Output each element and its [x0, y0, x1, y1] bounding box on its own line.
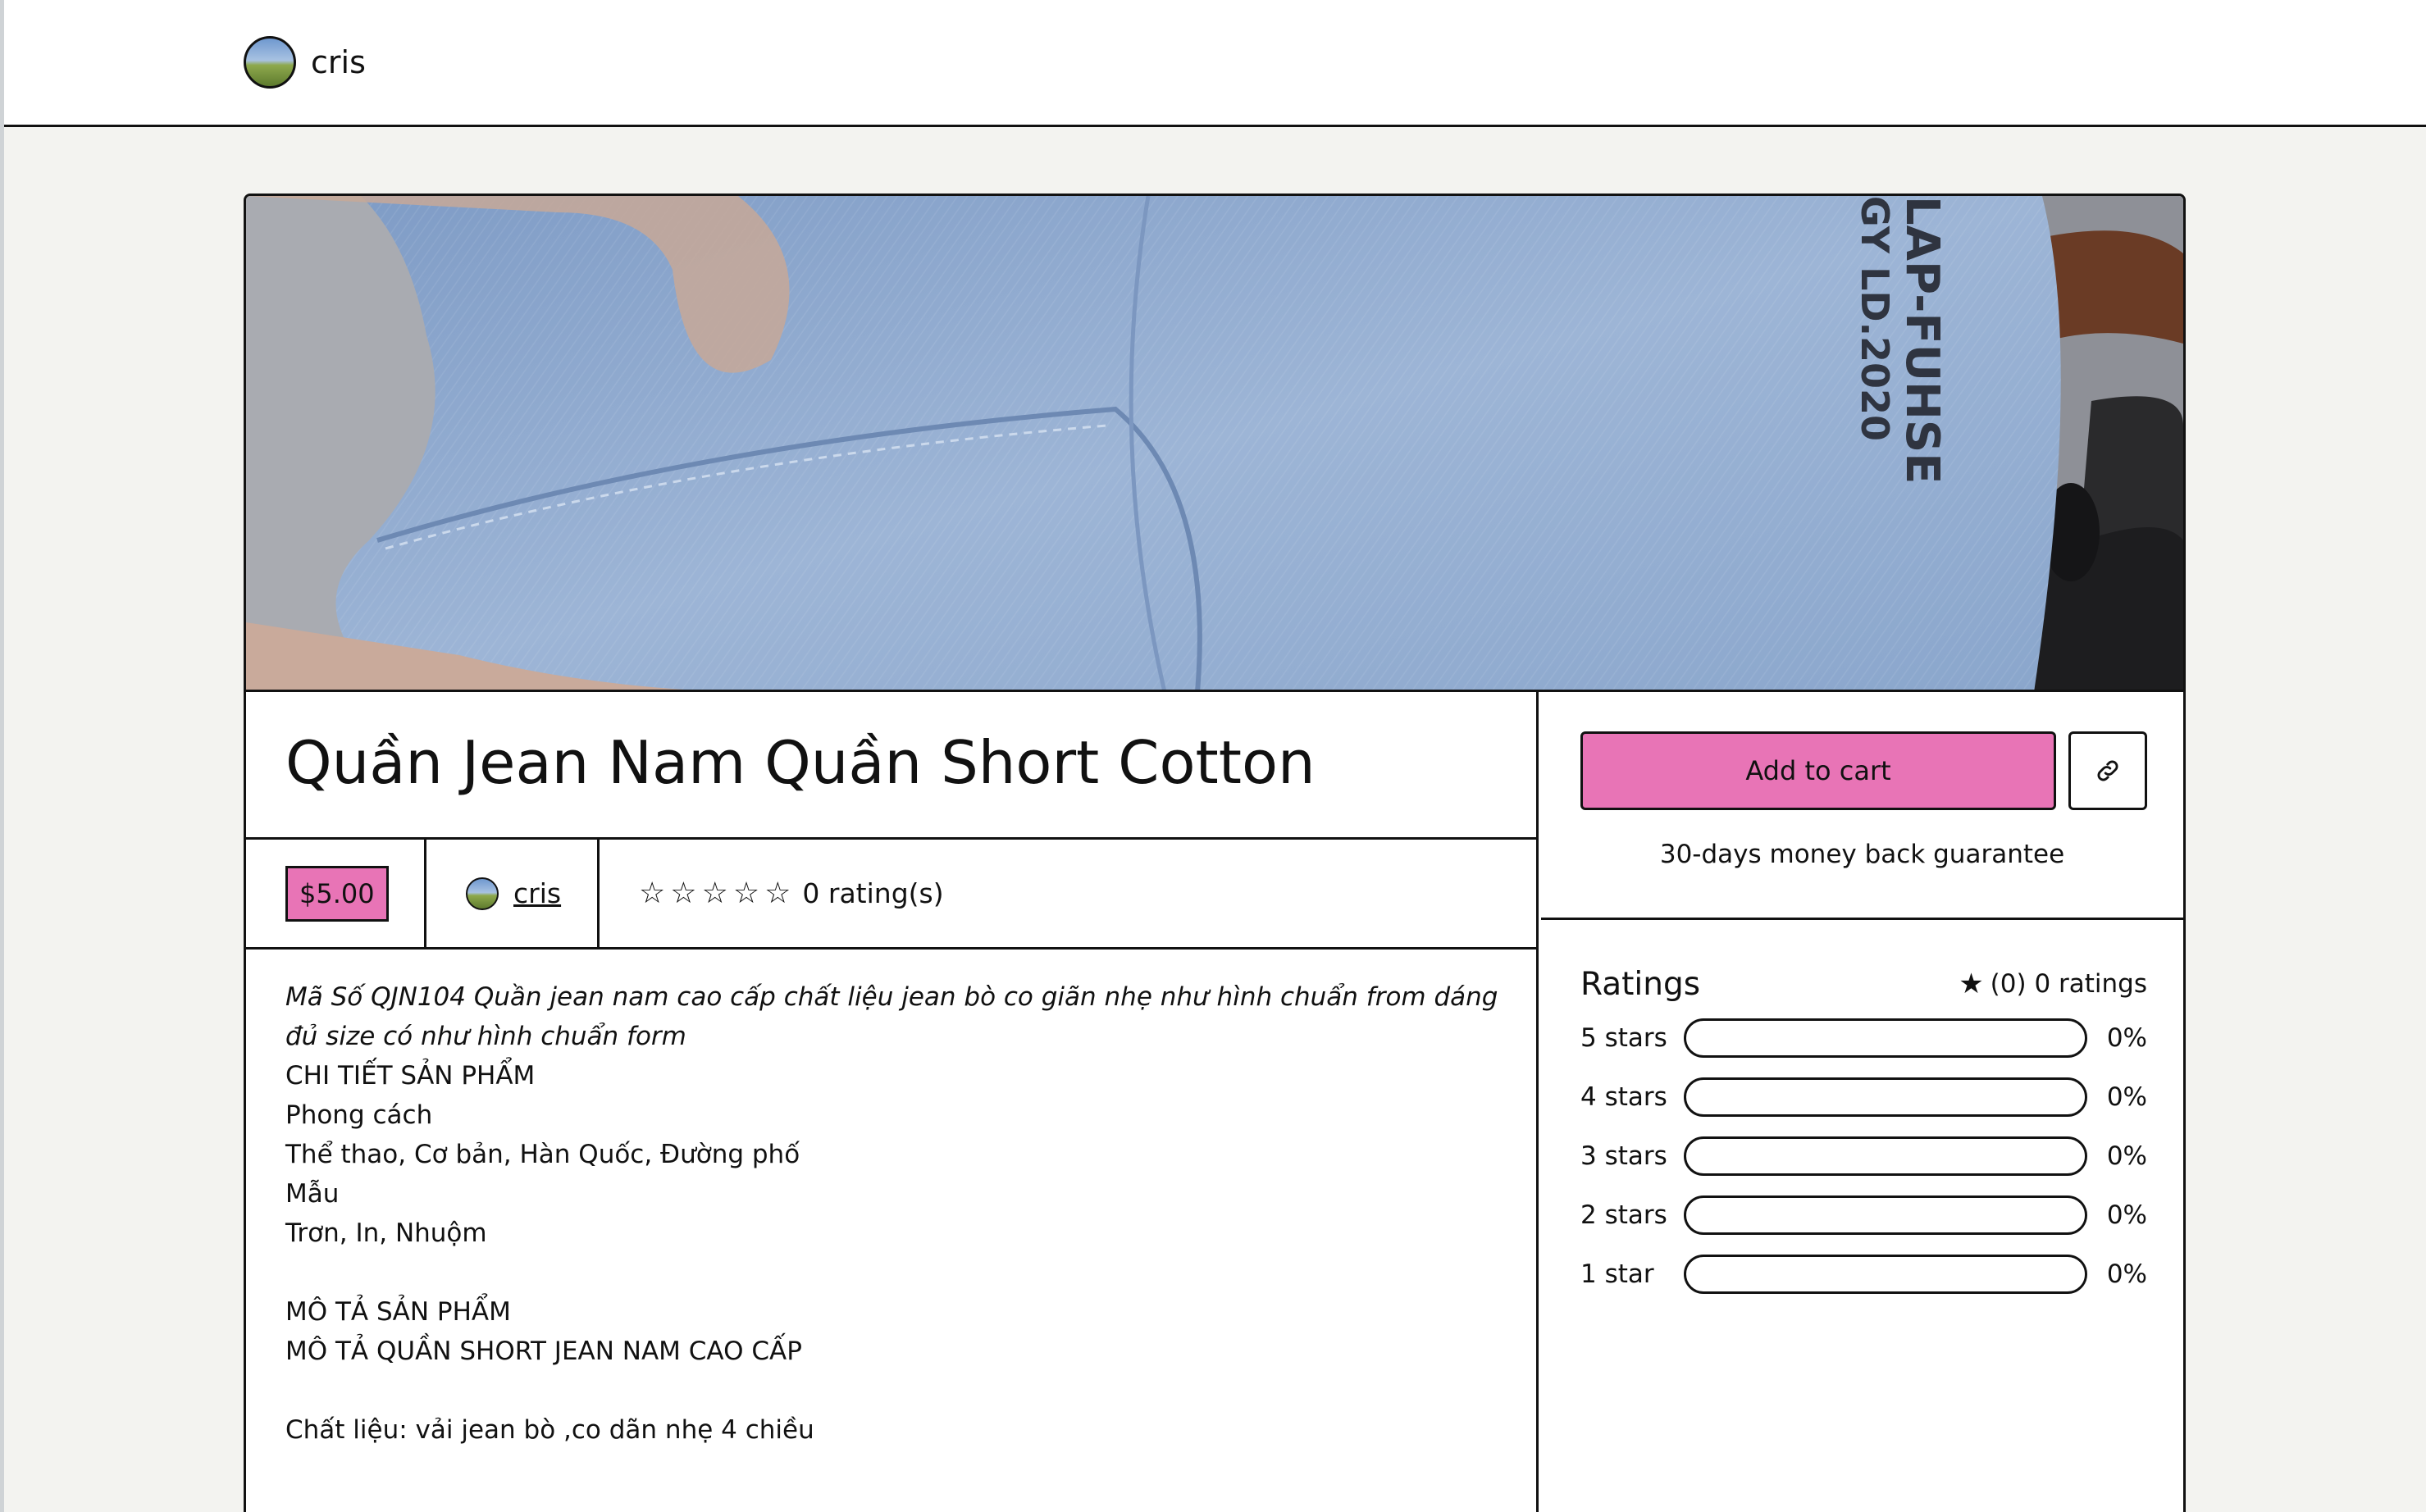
description-line: Thể thao, Cơ bản, Hàn Quốc, Đường phố [285, 1140, 800, 1169]
product-card: LAP-FUHSE GY LD.2020 Quần Jean Nam Quần … [244, 194, 2186, 1512]
rating-cell: ☆ ☆ ☆ ☆ ☆ 0 rating(s) [600, 840, 944, 947]
rating-row-percent: 0% [2106, 1141, 2147, 1171]
star-filled-icon: ★ [1959, 968, 1984, 1000]
description-intro: Mã Số QJN104 Quần jean nam cao cấp chất … [285, 982, 1498, 1051]
rating-bar [1684, 1018, 2087, 1058]
cart-box: Add to cart 30-days money back guarantee [1541, 692, 2183, 920]
product-description: Mã Số QJN104 Quần jean nam cao cấp chất … [285, 977, 1499, 1450]
purchase-panel: Add to cart 30-days money back guarantee… [1541, 692, 2183, 1512]
copy-link-button[interactable] [2068, 731, 2147, 810]
product-details: Quần Jean Nam Quần Short Cotton $5.00 cr… [246, 692, 1539, 1512]
star-outline-icon: ☆ [764, 876, 791, 910]
print-text-2: GY LD.2020 [1853, 196, 1897, 441]
rating-row: 5 stars 0% [1580, 1009, 2147, 1068]
seller-cell: cris [426, 840, 600, 947]
star-outline-icon: ☆ [732, 876, 760, 910]
jeans-photo: LAP-FUHSE GY LD.2020 [246, 196, 2183, 690]
price-cell: $5.00 [246, 840, 426, 947]
description-line: Chất liệu: vải jean bò ,co dãn nhẹ 4 chi… [285, 1415, 814, 1445]
rating-row-label: 1 star [1580, 1259, 1654, 1289]
print-text-1: LAP-FUHSE [1895, 196, 1949, 485]
rating-row: 4 stars 0% [1580, 1068, 2147, 1127]
link-icon [2097, 760, 2118, 781]
description-line: CHI TIẾT SẢN PHẨM [285, 1061, 536, 1091]
add-to-cart-button[interactable]: Add to cart [1580, 731, 2056, 810]
price-badge: $5.00 [285, 865, 389, 922]
description-line: MÔ TẢ QUẦN SHORT JEAN NAM CAO CẤP [285, 1337, 802, 1366]
rating-bar [1684, 1195, 2087, 1235]
rating-row-percent: 0% [2106, 1082, 2147, 1112]
ratings-section: Ratings ★ (0) 0 ratings 5 stars 0% 4 sta… [1580, 959, 2147, 1304]
rating-row-percent: 0% [2106, 1259, 2147, 1289]
product-title: Quần Jean Nam Quần Short Cotton [285, 728, 1316, 797]
rating-bar [1684, 1077, 2087, 1117]
rating-bar [1684, 1255, 2087, 1294]
seller-avatar [466, 877, 499, 910]
store-name: cris [311, 44, 366, 80]
description-line: Mẫu [285, 1179, 340, 1209]
guarantee-text: 30-days money back guarantee [1659, 840, 2065, 869]
window-edge [0, 0, 4, 1512]
rating-row-percent: 0% [2106, 1023, 2147, 1053]
title-row: Quần Jean Nam Quần Short Cotton [246, 692, 1536, 840]
product-meta: $5.00 cris ☆ ☆ ☆ ☆ ☆ 0 rating(s) [246, 840, 1536, 950]
description-line: MÔ TẢ SẢN PHẨM [285, 1297, 511, 1327]
rating-row-label: 3 stars [1580, 1141, 1667, 1171]
ratings-title: Ratings [1580, 965, 1701, 1003]
description-line: Phong cách [285, 1100, 433, 1130]
star-outline-icon: ☆ [670, 876, 697, 910]
top-bar: cris [4, 0, 2426, 127]
seller-link[interactable]: cris [513, 877, 561, 909]
store-avatar [244, 36, 296, 89]
rating-row-label: 4 stars [1580, 1082, 1667, 1112]
ratings-header: Ratings ★ (0) 0 ratings [1580, 959, 2147, 1009]
rating-row-percent: 0% [2106, 1200, 2147, 1230]
star-rating: ☆ ☆ ☆ ☆ ☆ [639, 876, 791, 910]
rating-row-label: 5 stars [1580, 1023, 1667, 1053]
store-home-link[interactable]: cris [244, 36, 366, 89]
star-outline-icon: ☆ [701, 876, 728, 910]
ratings-summary-text: (0) 0 ratings [1990, 969, 2147, 999]
rating-row: 3 stars 0% [1580, 1127, 2147, 1186]
rating-bar [1684, 1136, 2087, 1176]
product-image: LAP-FUHSE GY LD.2020 [246, 196, 2183, 692]
rating-count: 0 rating(s) [802, 877, 944, 909]
rating-row-label: 2 stars [1580, 1200, 1667, 1230]
star-outline-icon: ☆ [639, 876, 666, 910]
description-line: Trơn, In, Nhuộm [285, 1218, 487, 1248]
rating-row: 1 star 0% [1580, 1245, 2147, 1304]
ratings-summary: ★ (0) 0 ratings [1959, 968, 2147, 1000]
rating-row: 2 stars 0% [1580, 1186, 2147, 1245]
